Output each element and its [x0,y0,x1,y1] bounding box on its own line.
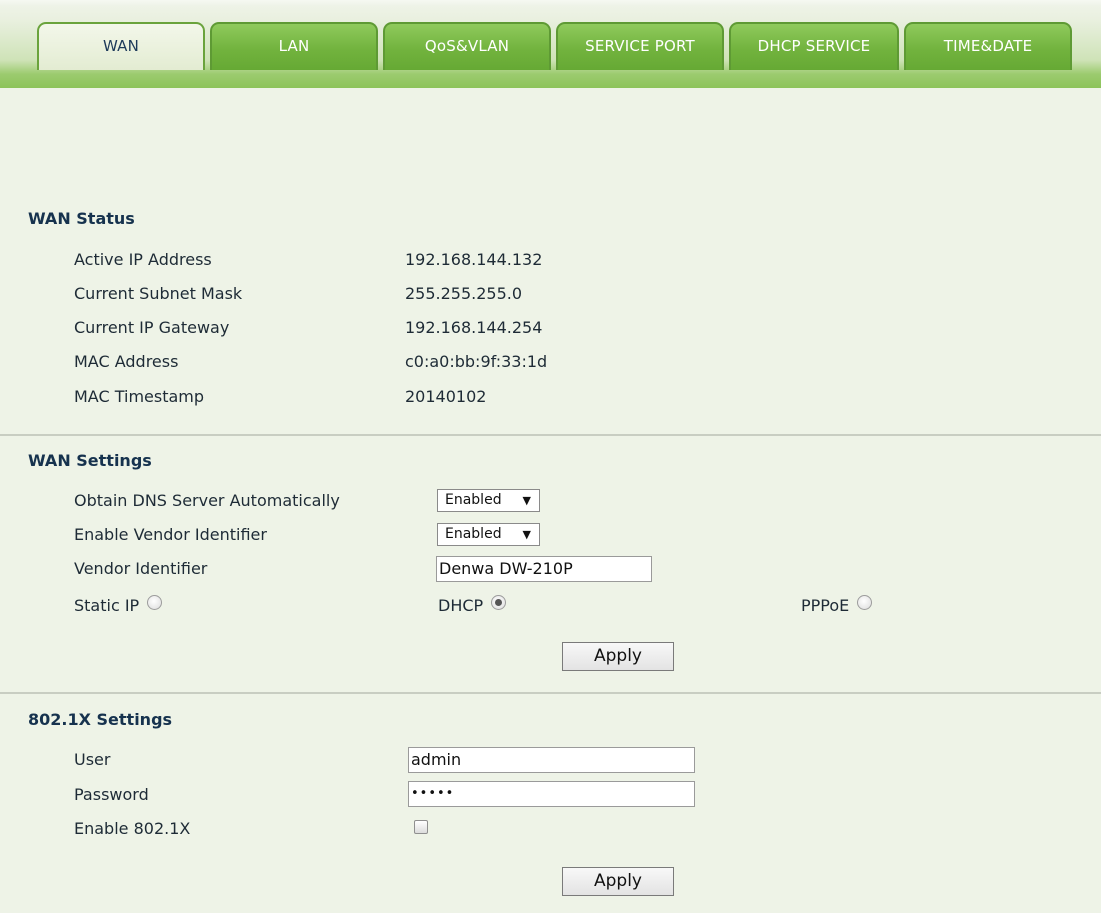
tab-bar: WAN LAN QoS&VLAN SERVICE PORT DHCP SERVI… [0,0,1101,88]
dns-auto-select[interactable]: Enabled ▼ [437,489,540,512]
mac-address-value: c0:a0:bb:9f:33:1d [405,352,548,371]
pppoe-radio[interactable] [857,595,873,610]
subnet-mask-value: 255.255.255.0 [405,284,523,303]
dns-auto-select-value: Enabled [445,492,502,508]
pppoe-option[interactable]: PPPoE [801,595,873,615]
tab-qos-vlan[interactable]: QoS&VLAN [383,22,551,70]
dhcp-label: DHCP [438,596,484,615]
tab-time-date[interactable]: TIME&DATE [904,22,1072,70]
gateway-value: 192.168.144.254 [405,318,543,337]
vendor-id-enable-label: Enable Vendor Identifier [74,525,267,544]
user-label: User [74,750,111,769]
vendor-id-label: Vendor Identifier [74,559,208,578]
pppoe-label: PPPoE [801,596,850,615]
dot1x-apply-button[interactable]: Apply [562,867,674,896]
vendor-id-enable-select[interactable]: Enabled ▼ [437,523,540,546]
tab-dhcp-service[interactable]: DHCP SERVICE [729,22,899,70]
wan-status-title: WAN Status [28,209,135,228]
mac-timestamp-label: MAC Timestamp [74,387,205,406]
user-input[interactable]: admin [408,747,695,773]
enable-dot1x-checkbox[interactable] [414,820,428,834]
subnet-mask-label: Current Subnet Mask [74,284,243,303]
tab-lan[interactable]: LAN [210,22,378,70]
static-ip-option[interactable]: Static IP [74,595,163,615]
mac-address-label: MAC Address [74,352,179,371]
wan-settings-title: WAN Settings [28,451,152,470]
vendor-id-enable-select-value: Enabled [445,526,502,542]
dhcp-radio[interactable] [491,595,507,610]
chevron-down-icon: ▼ [522,494,531,507]
mac-timestamp-value: 20140102 [405,387,487,406]
wan-apply-button[interactable]: Apply [562,642,674,671]
chevron-down-icon: ▼ [522,528,531,541]
tab-wan[interactable]: WAN [37,22,205,70]
enable-dot1x-label: Enable 802.1X [74,819,191,838]
password-label: Password [74,785,149,804]
password-input[interactable]: ••••• [408,781,695,807]
section-divider [0,434,1101,436]
section-divider [0,692,1101,694]
static-ip-radio[interactable] [147,595,163,610]
tab-service-port[interactable]: SERVICE PORT [556,22,724,70]
active-ip-label: Active IP Address [74,250,212,269]
dns-auto-label: Obtain DNS Server Automatically [74,491,340,510]
dhcp-option[interactable]: DHCP [438,595,507,615]
static-ip-label: Static IP [74,596,140,615]
dot1x-settings-title: 802.1X Settings [28,710,173,729]
active-ip-value: 192.168.144.132 [405,250,543,269]
gateway-label: Current IP Gateway [74,318,230,337]
vendor-id-input[interactable]: Denwa DW-210P [436,556,652,582]
